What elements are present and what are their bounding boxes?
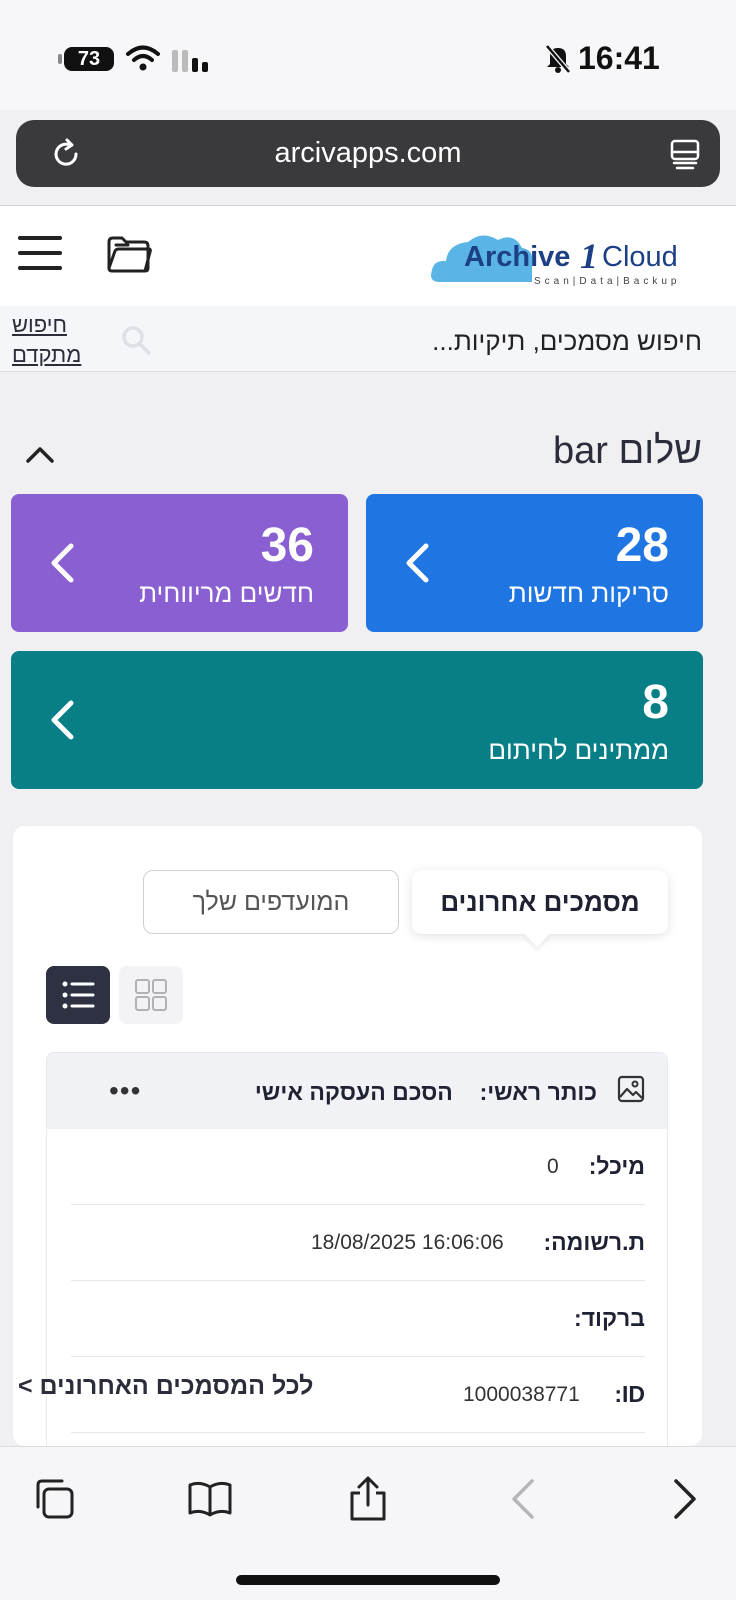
document-title-value: הסכם העסקה אישי: [254, 1079, 453, 1105]
logo-text-main: Archive: [464, 241, 570, 273]
advanced-search-link[interactable]: חיפוש מתקדם: [12, 310, 86, 370]
field-label: ת.רשומה:: [543, 1229, 645, 1255]
advanced-search-line1[interactable]: חיפוש: [12, 310, 86, 340]
stat-card-new-scans[interactable]: 28 סריקות חדשות: [366, 494, 703, 632]
tab-recent-documents[interactable]: מסמכים אחרונים: [412, 870, 668, 934]
document-title: כותר ראשי: הסכם העסקה אישי: [255, 1079, 597, 1106]
search-bar[interactable]: חיפוש מסמכים, תיקיות... חיפוש מתקדם: [0, 306, 736, 372]
document-card-header: כותר ראשי: הסכם העסקה אישי •••: [47, 1053, 667, 1129]
advanced-search-line2[interactable]: מתקדם: [12, 340, 86, 370]
cellular-signal-icon: [172, 48, 208, 72]
search-icon[interactable]: [120, 324, 152, 356]
home-indicator[interactable]: [236, 1575, 500, 1585]
url-text[interactable]: arcivapps.com: [16, 137, 720, 170]
status-bar: 73 16:41: [0, 0, 736, 110]
stat-value: 36: [260, 519, 314, 572]
grid-view-button[interactable]: [119, 966, 183, 1024]
tabs-icon[interactable]: [30, 1475, 78, 1523]
stat-card-new-from-rivochit[interactable]: 36 חדשים מריווחית: [11, 494, 348, 632]
logo-tagline: Scan|Data|Backup: [534, 276, 680, 287]
archive1cloud-logo[interactable]: Archive 1 Cloud Scan|Data|Backup: [430, 226, 700, 292]
document-title-label: כותר ראשי:: [479, 1079, 597, 1105]
field-label: מיכל:: [588, 1153, 645, 1179]
browser-address-bar[interactable]: arcivapps.com: [16, 120, 720, 187]
bell-muted-icon: [545, 44, 571, 74]
tab-overview-icon[interactable]: [668, 137, 702, 171]
search-input[interactable]: חיפוש מסמכים, תיקיות...: [432, 326, 702, 357]
field-label: ID:: [614, 1381, 645, 1407]
stat-card-awaiting-signature[interactable]: 8 ממתינים לחיתום: [11, 651, 703, 789]
battery-indicator: 73: [58, 47, 114, 71]
grid-icon: [135, 979, 167, 1011]
chevron-left-icon: [406, 543, 429, 583]
browser-toolbar: [0, 1446, 736, 1600]
field-row-barcode: ברקוד:: [71, 1281, 645, 1357]
wifi-icon: [126, 45, 160, 71]
all-recent-documents-link[interactable]: לכל המסמכים האחרונים >: [18, 1372, 313, 1401]
field-label: ברקוד:: [574, 1305, 645, 1331]
bookmarks-icon[interactable]: [186, 1475, 234, 1523]
logo-text-num: 1: [580, 236, 598, 276]
greeting-text: שלום bar: [553, 430, 702, 472]
logo-text-end: Cloud: [602, 241, 678, 273]
chevron-left-icon: [51, 700, 74, 740]
stat-label: ממתינים לחיתום: [488, 735, 669, 765]
share-icon[interactable]: [344, 1475, 392, 1523]
hamburger-menu-icon[interactable]: [18, 236, 62, 274]
image-icon: [617, 1075, 645, 1103]
chevron-left-icon: [51, 543, 74, 583]
field-value: 1000038771: [463, 1383, 580, 1406]
list-icon: [62, 981, 95, 1009]
field-value: 18/08/2025 16:06:06: [311, 1231, 504, 1254]
forward-icon[interactable]: [660, 1475, 708, 1523]
more-options-icon[interactable]: •••: [109, 1075, 141, 1107]
stat-value: 8: [642, 676, 669, 729]
app-header: Archive 1 Cloud Scan|Data|Backup: [0, 206, 736, 306]
chevron-up-icon[interactable]: [24, 442, 56, 466]
field-row-record-date: ת.רשומה: 18/08/2025 16:06:06: [71, 1205, 645, 1281]
field-value: 0: [547, 1155, 559, 1178]
field-row-container: מיכל: 0: [71, 1129, 645, 1205]
back-icon[interactable]: [500, 1475, 548, 1523]
tab-favorites[interactable]: המועדפים שלך: [143, 870, 399, 934]
stat-label: סריקות חדשות: [508, 578, 669, 608]
stat-label: חדשים מריווחית: [139, 578, 314, 608]
stat-value: 28: [615, 519, 669, 572]
folder-icon[interactable]: [106, 234, 152, 274]
clock: 16:41: [578, 40, 660, 76]
list-view-button[interactable]: [46, 966, 110, 1024]
documents-panel: מסמכים אחרונים המועדפים שלך כותר ראשי: ה…: [13, 826, 702, 1446]
